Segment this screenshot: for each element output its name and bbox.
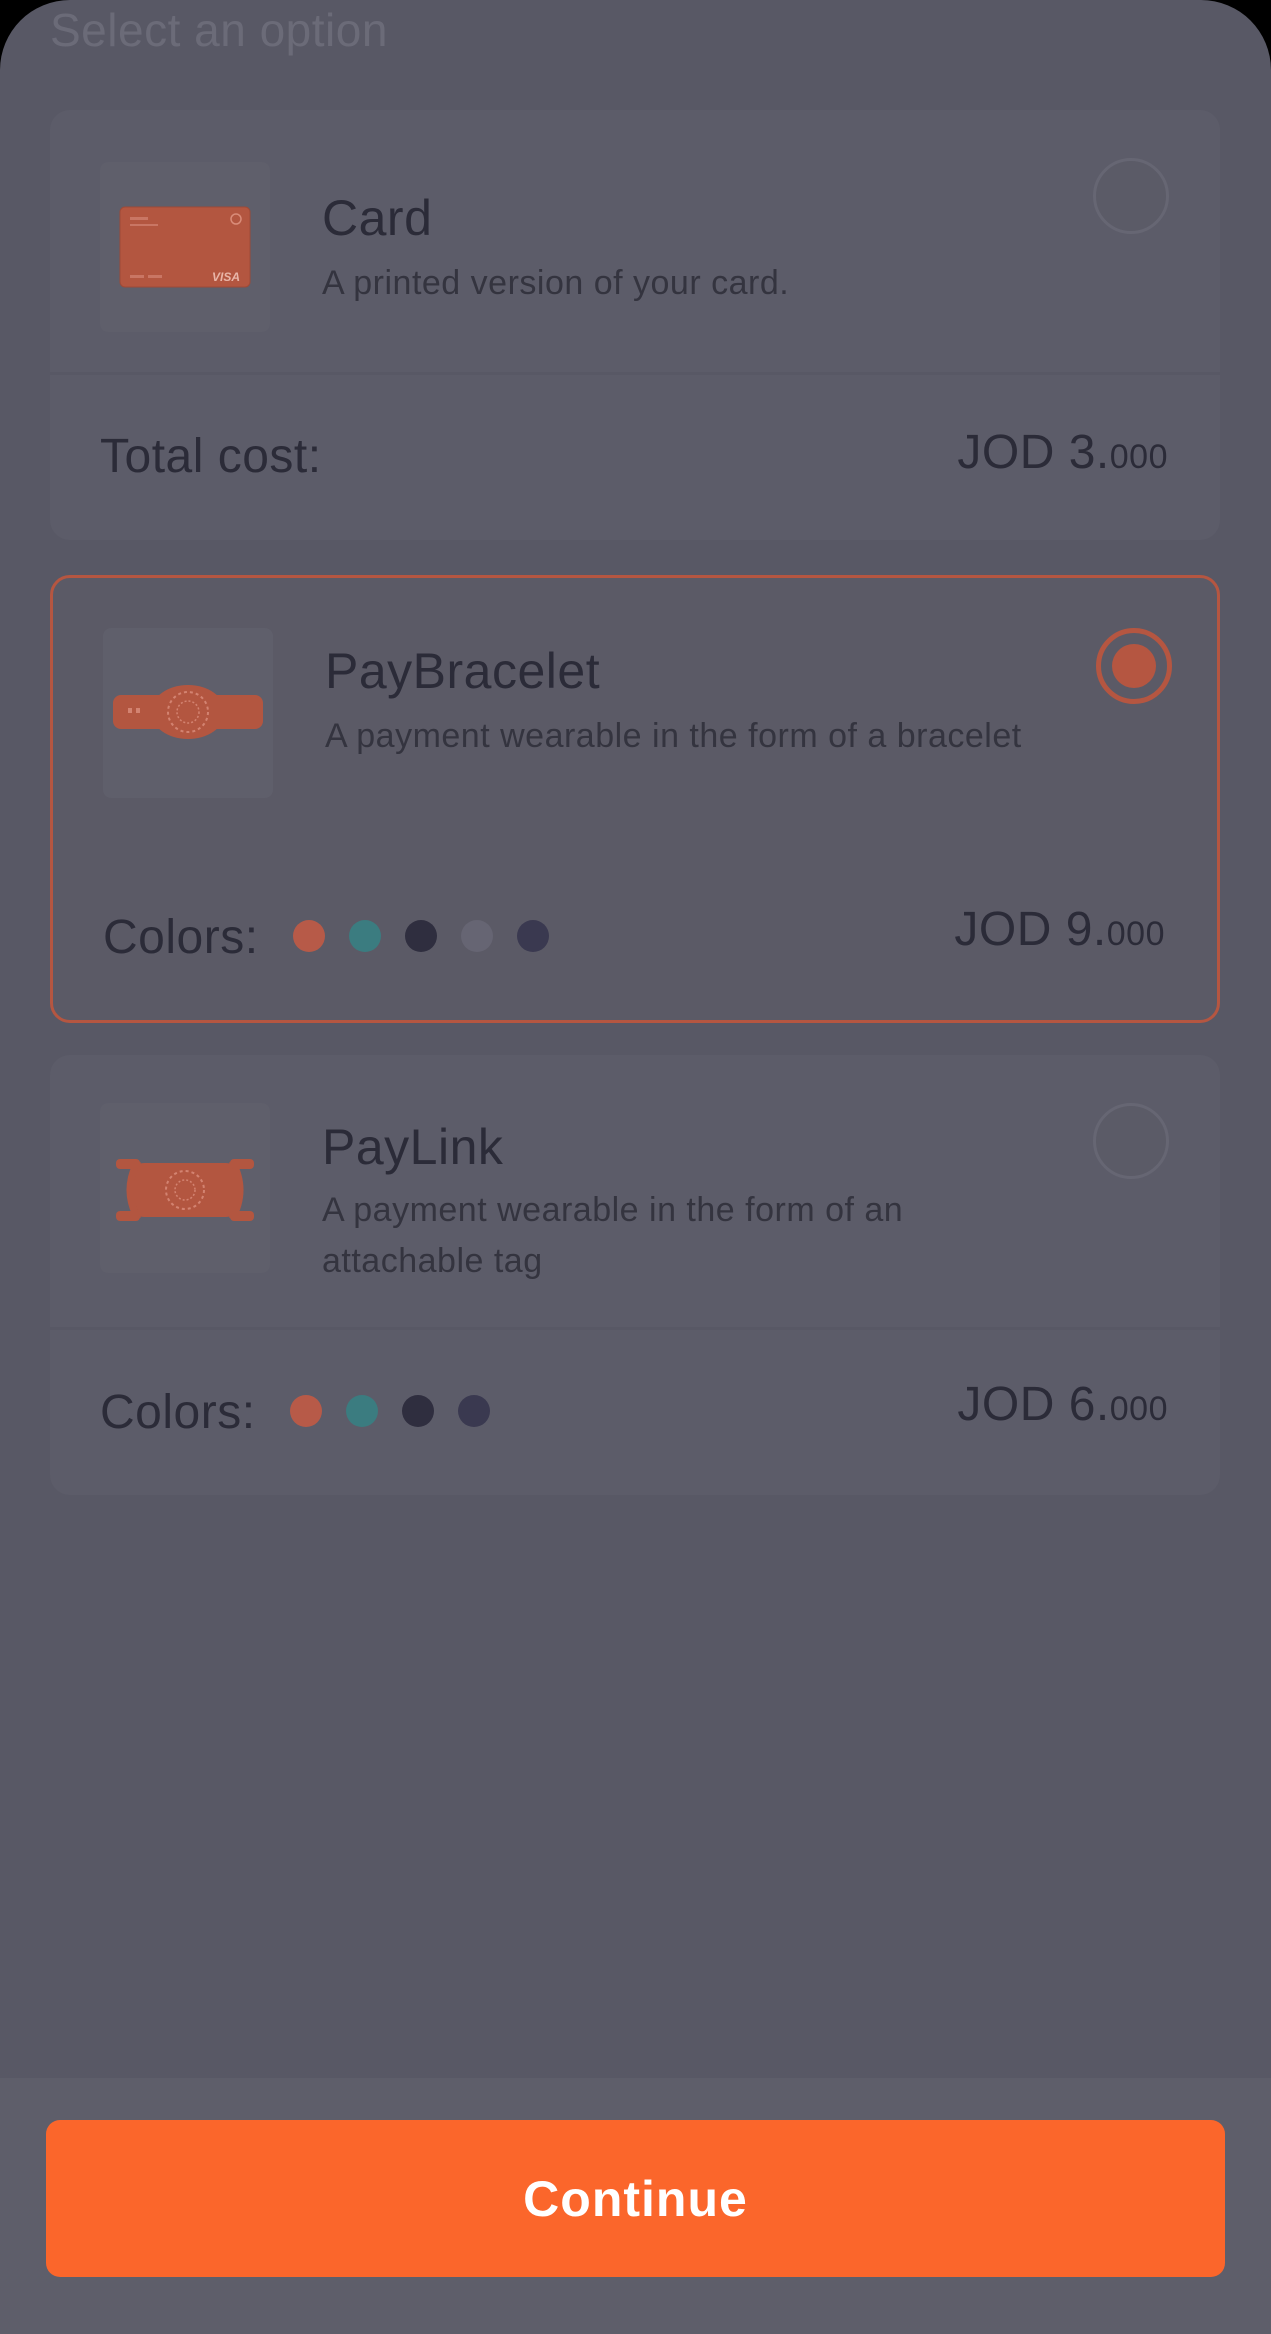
- color-swatch-3[interactable]: [405, 920, 437, 952]
- option-radio-paybracelet[interactable]: [1096, 628, 1172, 704]
- option-card-paylink[interactable]: PayLink A payment wearable in the form o…: [50, 1055, 1220, 1495]
- bracelet-image-icon: [113, 685, 263, 739]
- price-main: JOD 6.: [957, 1378, 1110, 1431]
- radio-selected-dot: [1112, 644, 1156, 688]
- option-price: JOD 3.000: [957, 423, 1168, 487]
- color-swatches: [290, 1395, 490, 1427]
- card-image-icon: VISA: [119, 206, 251, 288]
- color-swatch-1[interactable]: [290, 1395, 322, 1427]
- color-swatch-5[interactable]: [517, 920, 549, 952]
- bottom-sheet: Select an option VISA Card A printed ver…: [0, 0, 1271, 2334]
- option-description: A payment wearable in the form of a brac…: [325, 717, 1022, 755]
- option-description: A payment wearable in the form of an att…: [322, 1191, 904, 1280]
- color-swatch-2[interactable]: [349, 920, 381, 952]
- option-name: PayLink: [322, 1119, 504, 1175]
- option-name: PayBracelet: [325, 643, 601, 699]
- price-decimal: 000: [1109, 1390, 1168, 1428]
- color-swatch-1[interactable]: [293, 920, 325, 952]
- price-main: JOD 9.: [954, 903, 1107, 956]
- svg-text:VISA: VISA: [212, 270, 240, 284]
- option-card-paybracelet[interactable]: PayBracelet A payment wearable in the fo…: [50, 575, 1220, 1023]
- divider: [50, 372, 1220, 375]
- option-price: JOD 9.000: [954, 900, 1165, 964]
- option-radio-paylink[interactable]: [1093, 1103, 1169, 1179]
- option-card-card[interactable]: VISA Card A printed version of your card…: [50, 110, 1220, 540]
- option-description: A printed version of your card.: [322, 264, 790, 302]
- price-decimal: 000: [1106, 915, 1165, 953]
- price-main: JOD 3.: [957, 426, 1110, 479]
- tag-image-icon: [116, 1159, 254, 1221]
- continue-button[interactable]: Continue: [46, 2120, 1225, 2277]
- option-name: Card: [322, 190, 433, 246]
- colors-label: Colors:: [100, 1386, 256, 1439]
- tag-thumbnail: [100, 1103, 270, 1273]
- sheet-title: Select an option: [50, 4, 388, 56]
- color-swatch-4[interactable]: [458, 1395, 490, 1427]
- price-decimal: 000: [1109, 438, 1168, 476]
- color-swatch-3[interactable]: [402, 1395, 434, 1427]
- divider: [50, 1327, 1220, 1330]
- total-cost-label: Total cost:: [100, 430, 322, 483]
- option-price: JOD 6.000: [957, 1375, 1168, 1439]
- colors-label: Colors:: [103, 911, 259, 964]
- option-radio-card[interactable]: [1093, 158, 1169, 234]
- color-swatch-4[interactable]: [461, 920, 493, 952]
- card-thumbnail: VISA: [100, 162, 270, 332]
- bracelet-thumbnail: [103, 628, 273, 798]
- color-swatches: [293, 920, 549, 952]
- color-swatch-2[interactable]: [346, 1395, 378, 1427]
